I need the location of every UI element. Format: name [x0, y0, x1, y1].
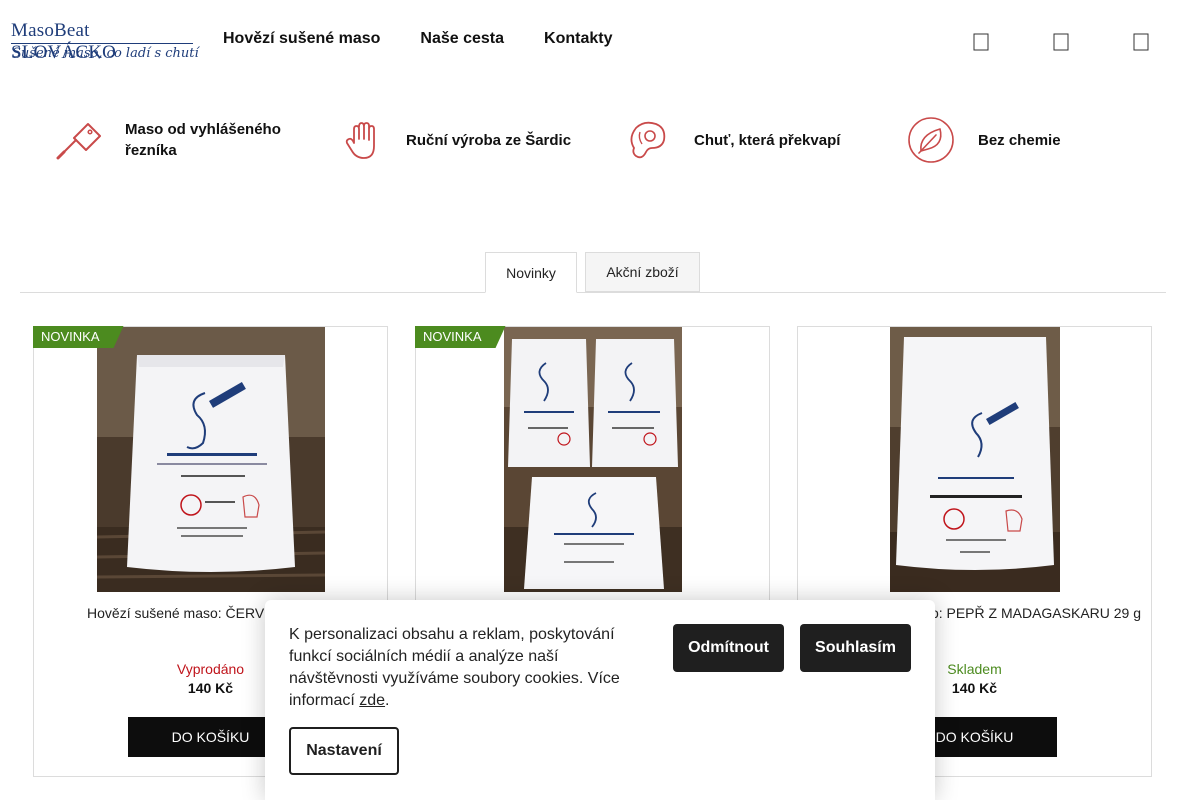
cookie-info-link[interactable]: zde	[359, 692, 385, 709]
cookie-message: K personalizaci obsahu a reklam, poskyto…	[289, 626, 620, 709]
product-image[interactable]	[97, 327, 325, 592]
feature-label: Maso od vyhlášeného řezníka	[125, 121, 281, 159]
new-badge: NOVINKA	[33, 326, 124, 348]
decline-button[interactable]: Odmítnout	[673, 624, 784, 672]
feature-label: Ruční výroba ze Šardic	[406, 131, 572, 149]
search-icon[interactable]	[970, 31, 992, 53]
user-icon[interactable]	[1050, 31, 1072, 53]
meat-icon	[630, 121, 666, 159]
feature-butcher: Maso od vyhlášeného řezníka	[54, 114, 305, 166]
feature-label: Chuť, která překvapí	[694, 131, 841, 149]
feature-no-chemicals: Bez chemie	[906, 114, 1061, 166]
cookie-text: K personalizaci obsahu a reklam, poskyto…	[289, 624, 639, 712]
nav-item-beef-jerky[interactable]: Hovězí sušené maso	[223, 30, 380, 48]
product-image[interactable]	[504, 327, 682, 592]
nav-item-contacts[interactable]: Kontakty	[544, 30, 612, 48]
cart-icon[interactable]	[1130, 31, 1152, 53]
accept-button[interactable]: Souhlasím	[800, 624, 911, 672]
cookie-banner: K personalizaci obsahu a reklam, poskyto…	[265, 600, 935, 800]
cookie-period: .	[385, 692, 390, 709]
main-nav: Hovězí sušené maso Naše cesta Kontakty	[223, 30, 652, 48]
logo-divider	[11, 43, 193, 44]
new-badge: NOVINKA	[415, 326, 506, 348]
nav-item-our-story[interactable]: Naše cesta	[420, 30, 504, 48]
site-logo[interactable]: MasoBeat SLOVÁCKO Sušené maso, co ladí s…	[11, 20, 199, 64]
logo-subtitle: Sušené maso, co ladí s chutí	[12, 46, 199, 61]
feature-taste: Chuť, která překvapí	[626, 114, 840, 166]
feature-label: Bez chemie	[978, 131, 1061, 149]
feature-handmade: Ruční výroba ze Šardic	[344, 114, 571, 166]
site-header: MasoBeat SLOVÁCKO Sušené maso, co ladí s…	[0, 0, 1200, 84]
product-image[interactable]	[890, 327, 1060, 592]
tabs-divider	[20, 292, 1166, 293]
leaf-icon	[908, 117, 954, 163]
tab-akcni-zbozi[interactable]: Akční zboží	[585, 252, 700, 292]
cookie-settings-button[interactable]: Nastavení	[289, 727, 399, 775]
hand-icon	[345, 122, 375, 159]
tab-novinky[interactable]: Novinky	[485, 252, 577, 293]
cleaver-icon	[56, 123, 101, 160]
